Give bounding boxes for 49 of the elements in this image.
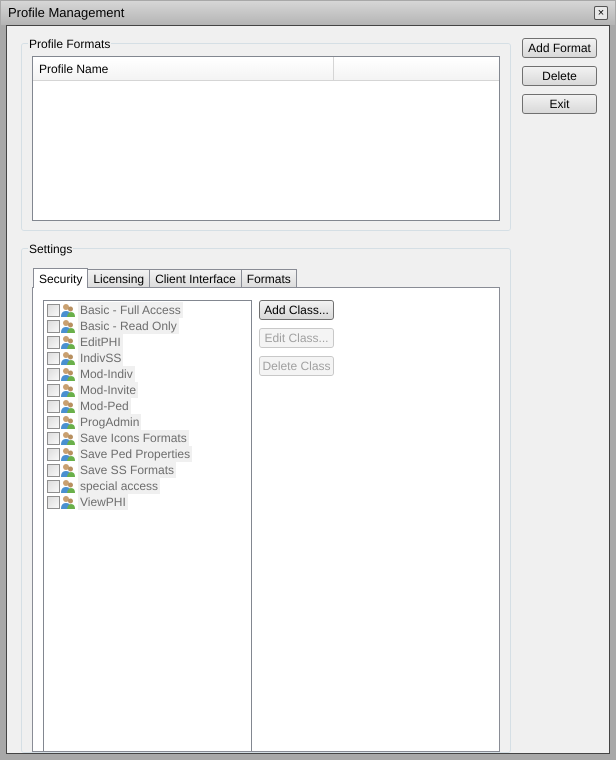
class-item[interactable]: Mod-Ped [78,398,131,414]
checkbox[interactable] [47,352,60,364]
button[interactable]: Add Class... [259,300,334,320]
checkbox[interactable] [47,384,60,396]
users-icon [61,303,75,317]
users-icon [61,415,75,429]
class-item[interactable]: Basic - Read Only [78,318,179,334]
tab[interactable]: Licensing [87,269,150,287]
users-icon [61,431,75,445]
users-icon [61,319,75,333]
checkbox[interactable] [47,448,60,460]
class-item[interactable]: IndivSS [78,350,124,366]
checkbox[interactable] [47,336,60,348]
button[interactable]: Exit [522,94,597,114]
class-item[interactable]: Mod-Indiv [78,366,135,382]
tab[interactable]: Security [33,268,88,288]
tab[interactable]: Client Interface [149,269,242,287]
checkbox[interactable] [47,496,60,508]
users-icon [61,463,75,477]
class-item[interactable]: Save Ped Properties [78,446,192,462]
users-icon [61,479,75,493]
class-item[interactable]: Basic - Full Access [78,302,183,318]
users-icon [61,399,75,413]
checkbox[interactable] [47,464,60,476]
class-item[interactable]: EditPHI [78,334,123,350]
checkbox[interactable] [47,320,60,332]
users-icon [61,335,75,349]
checkbox[interactable] [47,304,60,316]
button[interactable]: Add Format [522,38,597,58]
users-icon [61,447,75,461]
button[interactable]: Delete [522,66,597,86]
close-button[interactable]: × [594,6,608,20]
class-item[interactable]: ProgAdmin [78,414,142,430]
users-icon [61,367,75,381]
class-item[interactable]: Mod-Invite [78,382,138,398]
checkbox[interactable] [47,416,60,428]
tab[interactable]: Formats [240,269,297,287]
class-item[interactable]: Save Icons Formats [78,430,189,446]
class-item[interactable]: ViewPHI [78,494,128,510]
window-title: Profile Management [8,4,124,22]
checkbox[interactable] [47,368,60,380]
users-icon [61,351,75,365]
checkbox[interactable] [47,432,60,444]
class-item[interactable]: special access [78,478,160,494]
users-icon [61,495,75,509]
users-icon [61,383,75,397]
checkbox[interactable] [47,480,60,492]
class-item[interactable]: Save SS Formats [78,462,176,478]
checkbox[interactable] [47,400,60,412]
